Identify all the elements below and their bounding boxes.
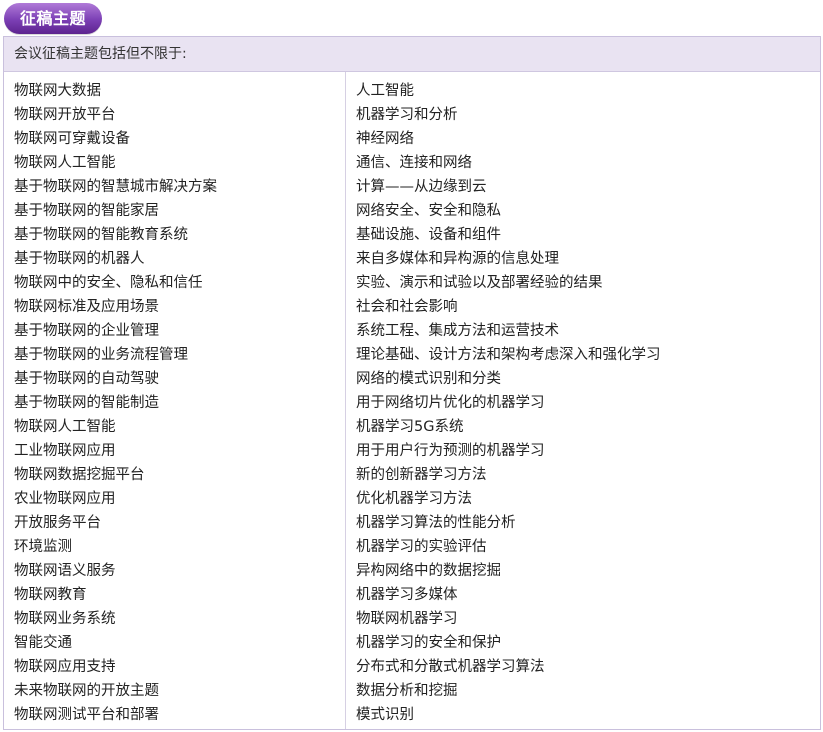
topic-item: 网络安全、安全和隐私 bbox=[356, 203, 501, 219]
topic-item: 智能交通 bbox=[14, 635, 72, 651]
topic-item: 物联网大数据 bbox=[14, 83, 101, 99]
topic-item: 物联网应用支持 bbox=[14, 659, 116, 675]
topic-item: 优化机器学习方法 bbox=[356, 491, 472, 507]
topic-item: 工业物联网应用 bbox=[14, 443, 116, 459]
topic-item: 未来物联网的开放主题 bbox=[14, 683, 159, 699]
topic-item: 基于物联网的智能制造 bbox=[14, 395, 159, 411]
topic-item: 物联网数据挖掘平台 bbox=[14, 467, 145, 483]
topic-item: 计算——从边缘到云 bbox=[356, 179, 487, 195]
topic-item: 新的创新器学习方法 bbox=[356, 467, 487, 483]
topic-item: 基于物联网的自动驾驶 bbox=[14, 371, 159, 387]
topic-item: 用于网络切片优化的机器学习 bbox=[356, 395, 545, 411]
section-title-badge: 征稿主题 bbox=[4, 3, 102, 34]
topic-item: 物联网语义服务 bbox=[14, 563, 116, 579]
topics-panel: 会议征稿主题包括但不限于: 物联网大数据 物联网开放平台 物联网可穿戴设备 物联网人工… bbox=[3, 36, 821, 730]
topic-item: 物联网人工智能 bbox=[14, 419, 116, 435]
topic-item: 机器学习的安全和保护 bbox=[356, 635, 501, 651]
topic-item: 农业物联网应用 bbox=[14, 491, 116, 507]
topic-item: 模式识别 bbox=[356, 707, 414, 723]
topic-item: 物联网开放平台 bbox=[14, 107, 116, 123]
topics-columns: 物联网大数据 物联网开放平台 物联网可穿戴设备 物联网人工智能基于物联网的智慧城市解决… bbox=[4, 72, 820, 729]
topic-item: 物联网业务系统 bbox=[14, 611, 116, 627]
topic-item: 理论基础、设计方法和架构考虑深入和强化学习 bbox=[356, 347, 661, 363]
topic-item: 机器学习5G系统 bbox=[356, 419, 464, 435]
topics-right-column: 人工智能机器学习和分析 神经网络通信、连接和网络 计算——从边缘到云 网络安全、安全和… bbox=[346, 72, 820, 729]
topic-item: 基础设施、设备和组件 bbox=[356, 227, 501, 243]
topic-item: 系统工程、集成方法和运营技术 bbox=[356, 323, 559, 339]
topic-item: 用于用户行为预测的机器学习 bbox=[356, 443, 545, 459]
topic-item: 人工智能 bbox=[356, 83, 414, 99]
topic-item: 物联网标准及应用场景 bbox=[14, 299, 159, 315]
intro-text: 会议征稿主题包括但不限于: bbox=[4, 37, 820, 72]
topic-item: 基于物联网的业务流程管理 bbox=[14, 347, 188, 363]
topic-item: 异构网络中的数据挖掘 bbox=[356, 563, 501, 579]
topic-item: 开放服务平台 bbox=[14, 515, 101, 531]
topic-item: 物联网中的安全、隐私和信任 bbox=[14, 275, 203, 291]
topic-item: 神经网络 bbox=[356, 131, 414, 147]
topic-item: 物联网可穿戴设备 bbox=[14, 131, 130, 147]
topic-item: 基于物联网的智能家居 bbox=[14, 203, 159, 219]
topic-item: 来自多媒体和异构源的信息处理 bbox=[356, 251, 559, 267]
topic-item: 实验、演示和试验以及部署经验的结果 bbox=[356, 275, 603, 291]
topic-item: 机器学习多媒体 bbox=[356, 587, 458, 603]
topic-item: 基于物联网的智能教育系统 bbox=[14, 227, 188, 243]
topic-item: 机器学习和分析 bbox=[356, 107, 458, 123]
topic-item: 机器学习的实验评估 bbox=[356, 539, 487, 555]
topic-item: 物联网机器学习 bbox=[356, 611, 458, 627]
topic-item: 物联网教育 bbox=[14, 587, 87, 603]
topic-item: 环境监测 bbox=[14, 539, 72, 555]
topic-item: 数据分析和挖掘 bbox=[356, 683, 458, 699]
topic-item: 基于物联网的机器人 bbox=[14, 251, 145, 267]
topic-item: 网络的模式识别和分类 bbox=[356, 371, 501, 387]
topic-item: 基于物联网的智慧城市解决方案 bbox=[14, 179, 217, 195]
topic-item: 分布式和分散式机器学习算法 bbox=[356, 659, 545, 675]
topics-left-column: 物联网大数据 物联网开放平台 物联网可穿戴设备 物联网人工智能基于物联网的智慧城市解决… bbox=[4, 72, 346, 729]
topic-item: 通信、连接和网络 bbox=[356, 155, 472, 171]
topic-item: 机器学习算法的性能分析 bbox=[356, 515, 516, 531]
topic-item: 物联网人工智能 bbox=[14, 155, 116, 171]
topic-item: 物联网测试平台和部署 bbox=[14, 707, 159, 723]
topic-item: 基于物联网的企业管理 bbox=[14, 323, 159, 339]
topic-item: 社会和社会影响 bbox=[356, 299, 458, 315]
